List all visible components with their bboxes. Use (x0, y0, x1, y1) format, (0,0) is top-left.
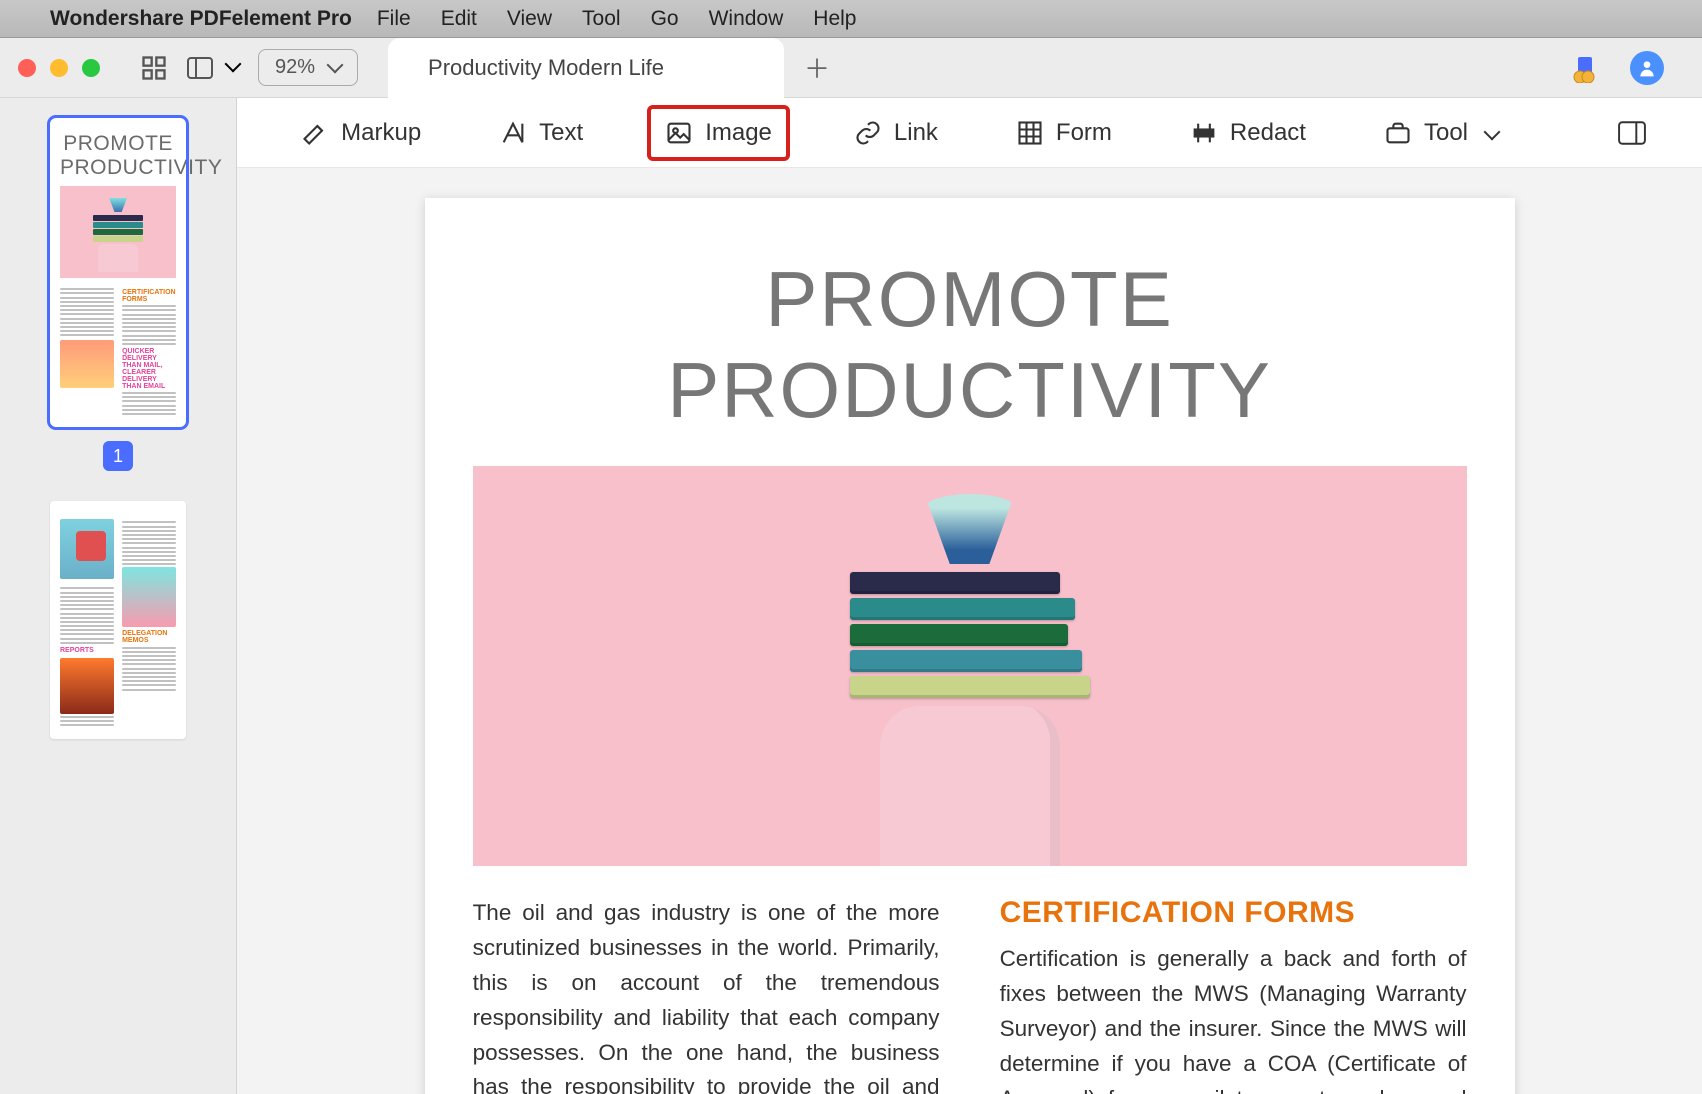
document-body-text-right: Certification is generally a back and fo… (1000, 942, 1467, 1094)
thumbnails-sidebar[interactable]: PROMOTE PRODUCTIVITY (0, 98, 237, 1094)
thumb-hero-image (60, 186, 176, 278)
page-canvas[interactable]: PROMOTE PRODUCTIVITY (237, 168, 1702, 1094)
link-icon (854, 119, 882, 147)
menubar-app-name[interactable]: Wondershare PDFelement Pro (50, 7, 352, 31)
minimize-window-button[interactable] (50, 59, 68, 77)
menubar-window[interactable]: Window (709, 7, 784, 31)
thumb-image (122, 567, 176, 627)
document-body-text-left: The oil and gas industry is one of the m… (473, 896, 940, 1094)
page-thumbnail-2[interactable]: REPORTS DELEGATION MEMOS (50, 501, 186, 738)
highlighter-icon (301, 119, 329, 147)
document-tab-title: Productivity Modern Life (428, 55, 664, 81)
thumb-image (60, 340, 114, 388)
tool-label: Tool (1424, 119, 1468, 147)
image-tool-button[interactable]: Image (647, 105, 790, 161)
fullscreen-window-button[interactable] (82, 59, 100, 77)
redact-icon (1190, 119, 1218, 147)
markup-tool-button[interactable]: Markup (287, 109, 435, 157)
form-label: Form (1056, 119, 1112, 147)
menubar-view[interactable]: View (507, 7, 552, 31)
menubar-go[interactable]: Go (651, 7, 679, 31)
pdf-page[interactable]: PROMOTE PRODUCTIVITY (425, 198, 1515, 1094)
page-thumbnail-1[interactable]: PROMOTE PRODUCTIVITY (50, 118, 186, 427)
menubar-tool[interactable]: Tool (582, 7, 621, 31)
properties-panel-toggle[interactable] (1612, 113, 1652, 153)
chevron-down-icon (323, 56, 341, 79)
add-tab-button[interactable]: ＋ (784, 38, 850, 98)
thumb-image (60, 658, 114, 714)
macos-menubar: Wondershare PDFelement Pro File Edit Vie… (0, 0, 1702, 38)
markup-label: Markup (341, 119, 421, 147)
zoom-level-value: 92% (275, 56, 315, 79)
traffic-lights (18, 59, 100, 77)
titlebar-right-controls (1550, 51, 1684, 85)
thumb-heading: CERTIFICATION FORMS (122, 289, 176, 303)
thumb-title: PROMOTE PRODUCTIVITY (60, 132, 176, 180)
thumb-heading: QUICKER DELIVERY THAN MAIL, CLEARER DELI… (122, 348, 176, 390)
panel-right-icon (1618, 119, 1646, 147)
menubar-edit[interactable]: Edit (441, 7, 477, 31)
redact-tool-button[interactable]: Redact (1176, 109, 1320, 157)
chevron-down-icon (221, 58, 239, 77)
sidebar-view-mode-dropdown[interactable] (178, 52, 248, 84)
image-label: Image (705, 119, 772, 147)
window-titlebar: 92% Productivity Modern Life ＋ (0, 38, 1702, 98)
document-section-heading: CERTIFICATION FORMS (1000, 896, 1467, 930)
page-number-badge: 1 (103, 441, 133, 471)
redact-label: Redact (1230, 119, 1306, 147)
document-title: PROMOTE PRODUCTIVITY (473, 254, 1467, 436)
document-hero-image (473, 466, 1467, 866)
form-tool-button[interactable]: Form (1002, 109, 1126, 157)
chevron-down-icon (1480, 119, 1498, 147)
text-tool-button[interactable]: Text (485, 109, 597, 157)
editor-toolbar: Markup Text Image Link Form Redact (237, 98, 1702, 168)
link-label: Link (894, 119, 938, 147)
menubar-file[interactable]: File (377, 7, 411, 31)
thumb-heading: REPORTS (60, 647, 114, 654)
thumbnails-grid-icon[interactable] (140, 54, 168, 82)
zoom-level-dropdown[interactable]: 92% (258, 49, 358, 86)
tool-dropdown-button[interactable]: Tool (1370, 109, 1512, 157)
image-icon (665, 119, 693, 147)
main-area: PROMOTE PRODUCTIVITY (0, 98, 1702, 1094)
purchase-icon[interactable] (1570, 55, 1600, 81)
document-tab[interactable]: Productivity Modern Life (388, 38, 784, 98)
thumb-image (60, 519, 114, 579)
thumb-heading: DELEGATION MEMOS (122, 630, 176, 644)
content-area: Markup Text Image Link Form Redact (237, 98, 1702, 1094)
document-tabbar: Productivity Modern Life ＋ (388, 38, 1550, 98)
user-avatar[interactable] (1630, 51, 1664, 85)
text-label: Text (539, 119, 583, 147)
close-window-button[interactable] (18, 59, 36, 77)
link-tool-button[interactable]: Link (840, 109, 952, 157)
form-icon (1016, 119, 1044, 147)
text-icon (499, 119, 527, 147)
toolbox-icon (1384, 119, 1412, 147)
menubar-help[interactable]: Help (813, 7, 856, 31)
